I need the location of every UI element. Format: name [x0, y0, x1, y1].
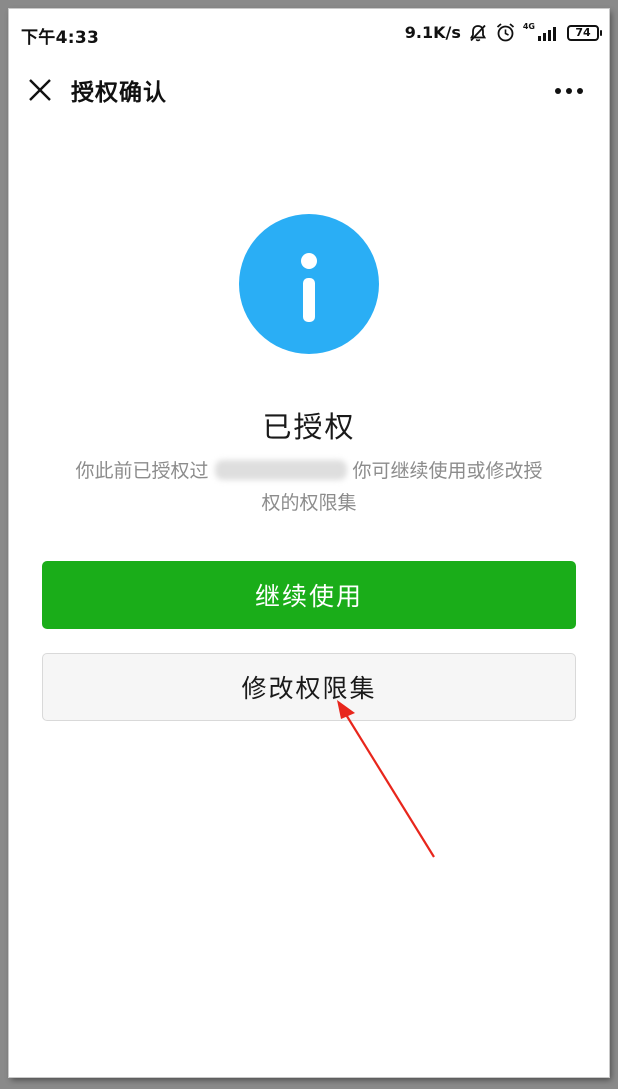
alarm-icon — [496, 23, 514, 42]
more-dot — [555, 88, 561, 94]
info-icon — [239, 214, 379, 354]
status-title: 已授权 — [262, 410, 356, 444]
nav-bar: 授权确认 — [9, 59, 609, 121]
phone-screen: 下午4:33 9.1K/s 4G 74 授权确认 已授权 你此前已授权过 你可继… — [9, 9, 609, 1077]
network-speed: 9.1K/s — [404, 23, 461, 42]
status-icons: 9.1K/s 4G 74 — [404, 21, 602, 43]
description-part1: 你此前已授权过 — [75, 460, 209, 482]
status-bar: 下午4:33 9.1K/s 4G 74 — [9, 9, 609, 59]
close-icon[interactable] — [27, 77, 53, 103]
mute-bell-icon — [469, 24, 486, 41]
modify-permissions-button[interactable]: 修改权限集 — [42, 653, 576, 721]
more-icon[interactable] — [555, 81, 589, 101]
more-dot — [566, 88, 572, 94]
more-dot — [577, 88, 583, 94]
info-glyph — [301, 253, 317, 322]
battery-level: 74 — [575, 26, 591, 39]
status-time: 下午4:33 — [21, 28, 100, 48]
modify-permissions-label: 修改权限集 — [241, 674, 377, 703]
page-title: 授权确认 — [71, 80, 167, 106]
annotation-arrow — [337, 700, 435, 858]
continue-button[interactable]: 继续使用 — [42, 561, 576, 629]
continue-button-label: 继续使用 — [254, 582, 363, 611]
battery-icon: 74 — [567, 24, 602, 41]
network-type: 4G — [522, 21, 535, 31]
signal-icon — [538, 26, 556, 41]
blurred-app-name — [214, 460, 347, 480]
authorization-description: 你此前已授权过 你可继续使用或修改授权的权限集 — [69, 455, 549, 519]
